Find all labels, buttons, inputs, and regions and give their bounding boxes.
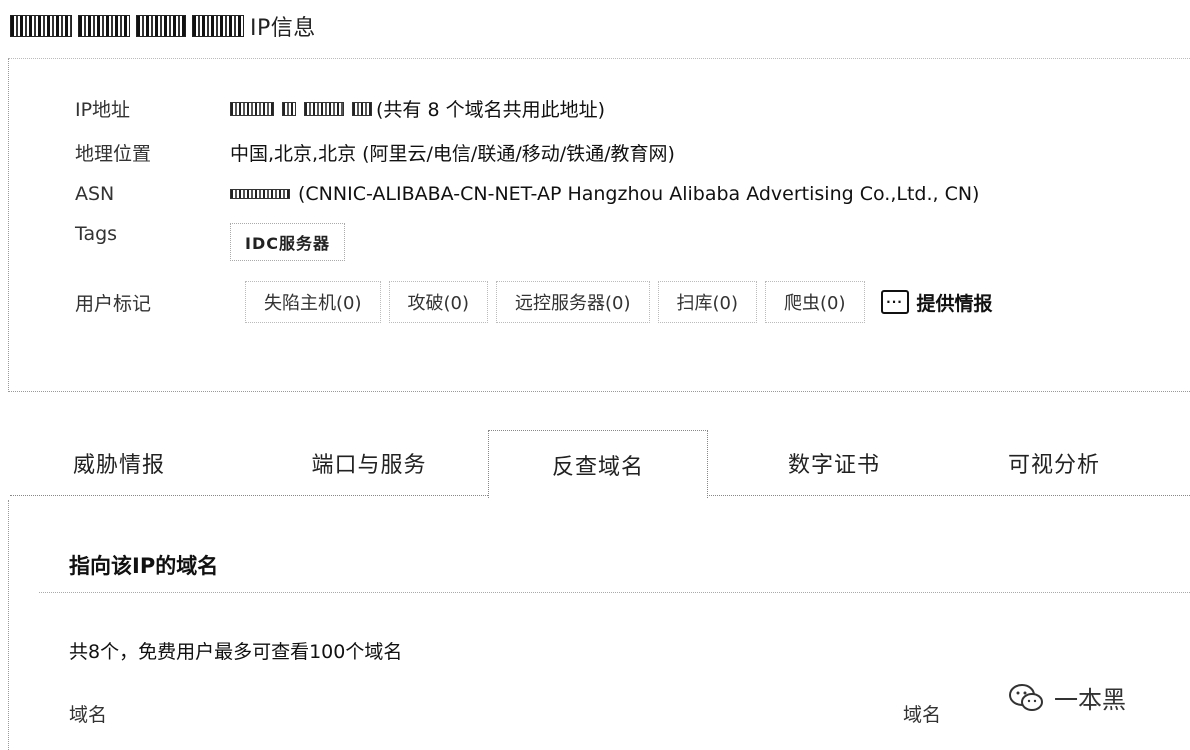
redacted-ip-heading [10,15,244,37]
ip-address-label: IP地址 [75,99,131,121]
domain-count: 共8个，免费用户最多可查看100个域名 [69,641,403,663]
asn-value: (CNNIC-ALIBABA-CN-NET-AP Hangzhou Alibab… [230,183,979,205]
tab-visual-analysis[interactable]: 可视分析 [954,430,1154,496]
watermark: 一本黑 [1008,680,1126,715]
redaction-block [10,15,72,37]
ip-address-value: (共有 8 个域名共用此地址) [230,95,605,122]
mark-crawler[interactable]: 爬虫(0) [765,281,865,323]
wechat-icon [1009,683,1043,711]
redaction-block [230,101,274,116]
mark-breached[interactable]: 攻破(0) [388,281,488,323]
domain-column-header-right: 域名 [903,704,942,726]
mark-c2-server[interactable]: 远控服务器(0) [496,281,650,323]
asn-label: ASN [75,183,115,205]
mark-compromised-host[interactable]: 失陷主机(0) [245,281,381,323]
redaction-block [136,15,186,37]
watermark-text: 一本黑 [1054,686,1126,714]
tag-idc[interactable]: IDC服务器 [230,223,345,261]
mark-db-scan[interactable]: 扫库(0) [657,281,757,323]
provide-intel-button[interactable]: ··· 提供情报 [880,289,993,316]
redaction-block [352,101,372,116]
geo-location-label: 地理位置 [75,143,152,165]
ip-address-row: IP地址 (共有 8 个域名共用此地址) [75,95,605,122]
section-divider [39,592,1190,593]
page-header: IP信息 [0,0,1190,52]
redaction-block [304,101,344,116]
tab-ports-services[interactable]: 端口与服务 [258,430,480,496]
shared-domain-note: (共有 8 个域名共用此地址) [376,99,605,121]
asn-row: ASN (CNNIC-ALIBABA-CN-NET-AP Hangzhou Al… [75,183,979,205]
geo-location-row: 地理位置 中国,北京,北京 (阿里云/电信/联通/移动/铁通/教育网) [75,139,675,166]
tab-reverse-domain[interactable]: 反查域名 [488,430,708,498]
tab-certificates[interactable]: 数字证书 [724,430,944,496]
user-marks-row: 用户标记 失陷主机(0) 攻破(0) 远控服务器(0) 扫库(0) 爬虫(0) … [75,281,993,323]
geo-location-value: 中国,北京,北京 (阿里云/电信/联通/移动/铁通/教育网) [230,143,675,165]
asn-org: (CNNIC-ALIBABA-CN-NET-AP Hangzhou Alibab… [298,183,980,205]
section-title: 指向该IP的域名 [69,554,219,578]
redaction-block [192,15,244,37]
domain-column-header-left: 域名 [69,704,108,726]
chat-bubble-icon: ··· [880,290,909,314]
redaction-block [230,189,290,199]
tab-bar: 威胁情报 端口与服务 反查域名 数字证书 可视分析 [10,430,1190,498]
provide-intel-label: 提供情报 [916,292,993,315]
ip-info-panel: IP地址 (共有 8 个域名共用此地址) 地理位置 中国,北京,北京 (阿里云/… [8,58,1190,392]
tags-label: Tags [75,223,118,245]
redaction-block [282,101,296,116]
redaction-block [78,15,130,37]
user-marks-label: 用户标记 [75,292,152,315]
tab-threat-intel[interactable]: 威胁情报 [10,430,228,496]
tags-row: Tags IDC服务器 [75,223,345,261]
page-title: IP信息 [250,16,316,41]
